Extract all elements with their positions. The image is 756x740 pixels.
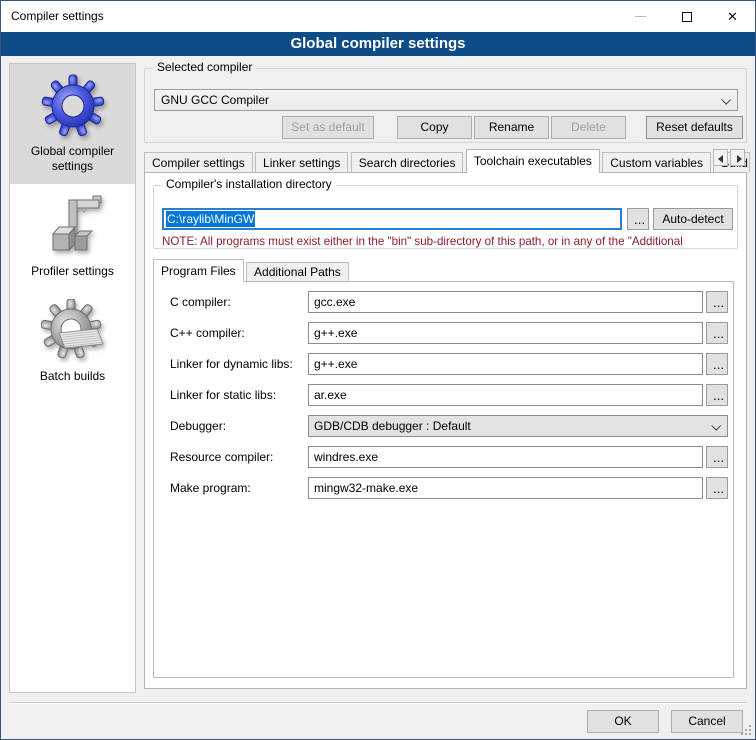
tab-scroll-right-button[interactable] xyxy=(730,149,745,166)
auto-detect-button[interactable]: Auto-detect xyxy=(653,208,733,230)
tab-custom-variables[interactable]: Custom variables xyxy=(602,152,711,173)
sidebar-item-batch-builds[interactable]: Batch builds xyxy=(10,289,135,394)
debugger-label: Debugger: xyxy=(170,415,226,437)
compiler-settings-dialog: Compiler settings ✕ Global compiler sett… xyxy=(0,0,756,740)
ok-button[interactable]: OK xyxy=(587,710,659,733)
close-button[interactable]: ✕ xyxy=(710,1,755,32)
delete-button[interactable]: Delete xyxy=(551,116,626,139)
dynamic-linker-row: Linker for dynamic libs: g++.exe ... xyxy=(154,353,733,375)
tab-scroll-left-button[interactable] xyxy=(713,149,728,166)
tab-program-files[interactable]: Program Files xyxy=(153,259,244,282)
c-compiler-row: C compiler: gcc.exe ... xyxy=(154,291,733,313)
note-text: NOTE: All programs must exist either in … xyxy=(162,235,739,248)
debugger-value: GDB/CDB debugger : Default xyxy=(314,419,471,433)
footer-divider xyxy=(9,702,747,704)
program-files-tab-strip: Program Files Additional Paths xyxy=(153,259,348,282)
arrow-right-icon xyxy=(737,155,742,163)
selected-compiler-group: Selected compiler GNU GCC Compiler Set a… xyxy=(144,68,747,143)
c-compiler-input[interactable]: gcc.exe xyxy=(308,291,703,313)
resource-compiler-row: Resource compiler: windres.exe ... xyxy=(154,446,733,468)
debugger-dropdown[interactable]: GDB/CDB debugger : Default xyxy=(308,415,728,437)
compiler-buttons-row: Set as default Copy Rename Delete Reset … xyxy=(145,116,746,139)
cpp-compiler-input[interactable]: g++.exe xyxy=(308,322,703,344)
resize-grip-icon[interactable] xyxy=(749,733,751,735)
static-linker-browse-button[interactable]: ... xyxy=(706,384,728,406)
reset-defaults-button[interactable]: Reset defaults xyxy=(646,116,743,139)
installation-directory-selected-text: C:\raylib\MinGW xyxy=(166,211,255,227)
settings-tab-strip: Compiler settings Linker settings Search… xyxy=(144,149,747,173)
arrow-left-icon xyxy=(718,155,723,163)
tab-search-directories[interactable]: Search directories xyxy=(351,152,464,173)
make-program-input[interactable]: mingw32-make.exe xyxy=(308,477,703,499)
resource-compiler-input[interactable]: windres.exe xyxy=(308,446,703,468)
debugger-row: Debugger: GDB/CDB debugger : Default xyxy=(154,415,733,437)
close-icon: ✕ xyxy=(727,10,738,23)
static-linker-label: Linker for static libs: xyxy=(170,384,276,406)
cpp-compiler-label: C++ compiler: xyxy=(170,322,245,344)
set-as-default-button[interactable]: Set as default xyxy=(282,116,374,139)
window-title: Compiler settings xyxy=(11,1,104,32)
dynamic-linker-label: Linker for dynamic libs: xyxy=(170,353,293,375)
tab-toolchain-executables[interactable]: Toolchain executables xyxy=(466,149,600,173)
caliper-icon xyxy=(41,194,105,258)
tab-linker-settings[interactable]: Linker settings xyxy=(255,152,348,173)
settings-sidebar: Global compiler settings Profiler settin… xyxy=(9,63,136,693)
blue-gear-icon xyxy=(41,74,105,138)
program-files-page: C compiler: gcc.exe ... C++ compiler: g+… xyxy=(153,281,734,678)
installation-directory-input[interactable]: C:\raylib\MinGW xyxy=(162,208,622,230)
selected-compiler-value: GNU GCC Compiler xyxy=(161,93,269,107)
tab-additional-paths[interactable]: Additional Paths xyxy=(246,262,349,282)
chevron-down-icon xyxy=(721,95,731,105)
browse-directory-button[interactable]: ... xyxy=(627,208,649,230)
minimize-icon xyxy=(635,16,646,17)
installation-directory-group-label: Compiler's installation directory xyxy=(162,177,336,191)
sidebar-item-profiler-settings[interactable]: Profiler settings xyxy=(10,184,135,289)
tab-scroll-arrows xyxy=(714,149,745,169)
copy-button[interactable]: Copy xyxy=(397,116,472,139)
sidebar-item-global-compiler-settings[interactable]: Global compiler settings xyxy=(10,64,135,184)
sidebar-item-label: Batch builds xyxy=(12,369,133,384)
maximize-icon xyxy=(682,12,692,22)
cpp-compiler-browse-button[interactable]: ... xyxy=(706,322,728,344)
chevron-down-icon xyxy=(711,421,721,431)
sidebar-item-label: Global compiler settings xyxy=(12,144,133,174)
installation-directory-group: Compiler's installation directory C:\ray… xyxy=(153,185,738,249)
title-bar[interactable]: Compiler settings ✕ xyxy=(1,1,755,32)
resource-compiler-browse-button[interactable]: ... xyxy=(706,446,728,468)
static-linker-input[interactable]: ar.exe xyxy=(308,384,703,406)
selected-compiler-group-label: Selected compiler xyxy=(153,60,256,74)
make-program-browse-button[interactable]: ... xyxy=(706,477,728,499)
c-compiler-browse-button[interactable]: ... xyxy=(706,291,728,313)
c-compiler-label: C compiler: xyxy=(170,291,231,313)
static-linker-row: Linker for static libs: ar.exe ... xyxy=(154,384,733,406)
tab-compiler-settings[interactable]: Compiler settings xyxy=(144,152,253,173)
make-program-label: Make program: xyxy=(170,477,251,499)
maximize-button[interactable] xyxy=(664,1,709,32)
toolchain-executables-panel: Compiler's installation directory C:\ray… xyxy=(144,172,747,689)
gray-gear-stack-icon xyxy=(41,299,105,363)
selected-compiler-dropdown[interactable]: GNU GCC Compiler xyxy=(154,89,738,111)
page-title: Global compiler settings xyxy=(1,32,755,56)
rename-button[interactable]: Rename xyxy=(474,116,549,139)
resource-compiler-label: Resource compiler: xyxy=(170,446,273,468)
cpp-compiler-row: C++ compiler: g++.exe ... xyxy=(154,322,733,344)
dynamic-linker-input[interactable]: g++.exe xyxy=(308,353,703,375)
toolchain-form: C compiler: gcc.exe ... C++ compiler: g+… xyxy=(154,291,733,508)
dynamic-linker-browse-button[interactable]: ... xyxy=(706,353,728,375)
cancel-button[interactable]: Cancel xyxy=(671,710,743,733)
sidebar-item-label: Profiler settings xyxy=(12,264,133,279)
minimize-button[interactable] xyxy=(618,1,663,32)
make-program-row: Make program: mingw32-make.exe ... xyxy=(154,477,733,499)
